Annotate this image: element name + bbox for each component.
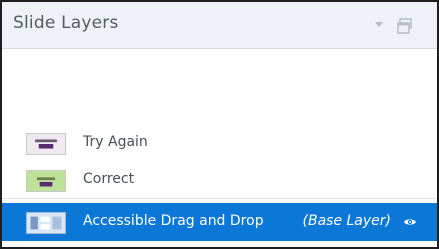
slide-thumbnail-icon (26, 170, 66, 192)
panel-title: Slide Layers (13, 13, 119, 33)
layer-row-correct[interactable]: Correct (2, 161, 437, 199)
base-layer-badge: (Base Layer) (302, 213, 392, 229)
layer-label: Accessible Drag and Drop (83, 213, 264, 229)
slide-thumbnail-icon (26, 133, 66, 155)
chevron-down-icon[interactable] (375, 22, 383, 27)
layer-label: Correct (83, 171, 135, 187)
slide-thumbnail-icon (26, 212, 66, 234)
eye-icon[interactable] (403, 215, 417, 229)
layer-row-try-again[interactable]: Try Again (2, 124, 437, 162)
divider (2, 198, 437, 199)
layer-label: Try Again (83, 134, 148, 150)
float-window-icon[interactable] (397, 18, 413, 34)
panel-header: Slide Layers (2, 2, 437, 49)
layer-row-base-layer[interactable]: Accessible Drag and Drop (Base Layer) (2, 203, 437, 241)
slide-layers-panel: Slide Layers Try Again Correct Accessibl… (0, 0, 439, 249)
